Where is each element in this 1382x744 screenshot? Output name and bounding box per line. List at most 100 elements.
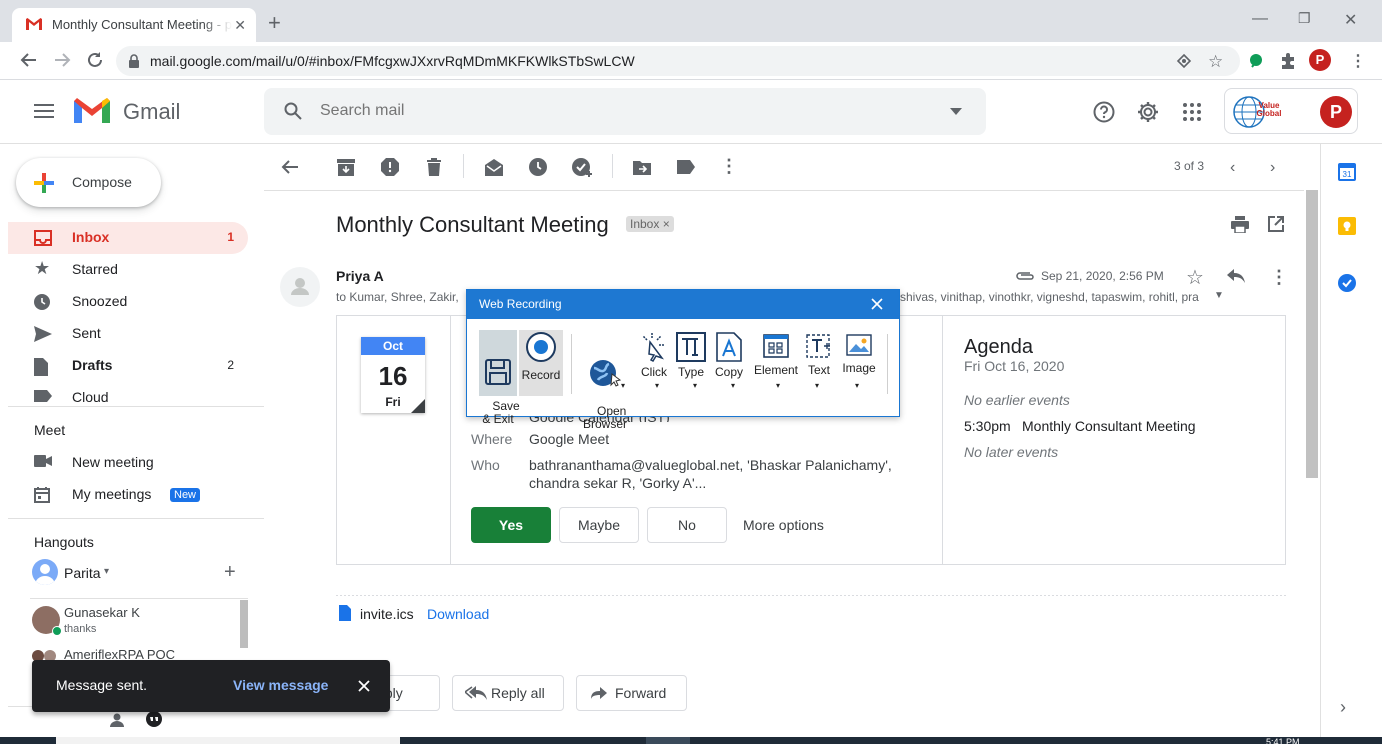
hangouts-contact[interactable]: Gunasekar K thanks (30, 602, 235, 638)
sidebar-item-inbox[interactable]: Inbox 1 (8, 222, 248, 254)
snooze-clock-icon[interactable] (529, 158, 547, 176)
hangouts-chat-icon[interactable] (145, 711, 163, 729)
older-chevron-icon[interactable]: › (1270, 159, 1275, 177)
main-menu-icon[interactable] (34, 103, 54, 119)
my-meetings-item[interactable]: My meetings New (8, 479, 248, 511)
element-label: Element (753, 363, 799, 377)
close-dialog-icon[interactable] (871, 298, 883, 310)
hangouts-user[interactable]: Parita ▾ + (32, 559, 262, 587)
google-calendar-icon[interactable]: 31 (1338, 163, 1356, 181)
text-button[interactable]: Text ▾ (803, 330, 835, 390)
profile-avatar[interactable]: P (1309, 49, 1331, 71)
print-icon[interactable] (1231, 216, 1249, 233)
image-button[interactable]: Image ▾ (839, 330, 879, 390)
label-tag-icon[interactable] (677, 160, 695, 174)
close-tab-icon[interactable]: ✕ (234, 17, 246, 34)
sidebar-item-snoozed[interactable]: Snoozed (8, 286, 248, 318)
meet-section-title: Meet (34, 422, 66, 438)
hangouts-scrollbar[interactable] (240, 600, 248, 648)
compose-button[interactable]: Compose (16, 158, 161, 207)
new-tab-button[interactable]: + (268, 12, 281, 34)
clock-icon (34, 294, 50, 310)
archive-icon[interactable] (337, 159, 355, 176)
more-options-link[interactable]: More options (743, 517, 824, 533)
help-icon[interactable] (1093, 101, 1115, 123)
restore-button[interactable]: ❐ (1298, 10, 1311, 27)
gmail-logo-icon[interactable] (74, 97, 110, 125)
extension-leaf-icon[interactable] (1248, 53, 1264, 69)
date-tile-fold-icon (411, 399, 425, 413)
open-browser-label: Open Browser (582, 404, 627, 431)
browser-tab[interactable]: Monthly Consultant Meeting - pa ✕ (12, 8, 256, 42)
google-tasks-icon[interactable] (1338, 274, 1356, 292)
attachment-name[interactable]: invite.ics (360, 606, 414, 622)
date-month: Oct (361, 337, 425, 355)
save-exit-button[interactable]: Save & Exit (479, 330, 520, 439)
search-bar[interactable] (264, 88, 986, 135)
reply-all-button[interactable]: Reply all (452, 675, 564, 711)
sidebar-item-sent[interactable]: Sent (8, 318, 248, 350)
google-keep-icon[interactable] (1338, 217, 1356, 235)
minimize-button[interactable]: — (1252, 10, 1268, 28)
report-spam-icon[interactable] (381, 158, 399, 176)
content-scrollbar[interactable] (1306, 190, 1318, 478)
taskbar-app[interactable] (646, 737, 690, 744)
star-message-icon[interactable]: ☆ (1186, 265, 1204, 290)
download-link[interactable]: Download (427, 606, 489, 622)
more-options-icon[interactable]: ⋮ (720, 156, 738, 177)
sidebar-item-starred[interactable]: ★ Starred (8, 254, 248, 286)
forward-arrow-icon[interactable] (53, 51, 71, 69)
rsvp-no-button[interactable]: No (647, 507, 727, 543)
view-message-link[interactable]: View message (233, 677, 328, 693)
delete-trash-icon[interactable] (427, 158, 441, 176)
open-new-window-icon[interactable] (1268, 216, 1284, 232)
copy-button[interactable]: Copy ▾ (711, 330, 747, 390)
open-browser-button[interactable]: Open Browser ▾ (577, 330, 633, 457)
account-switcher[interactable]: Value Global P (1224, 88, 1358, 134)
newer-chevron-icon[interactable]: ‹ (1230, 159, 1235, 177)
omnibox[interactable]: mail.google.com/mail/u/0/#inbox/FMfcgxwJ… (116, 46, 1240, 76)
sender-name[interactable]: Priya A (336, 268, 384, 284)
reload-icon[interactable] (86, 51, 104, 69)
dismiss-toast-icon[interactable] (358, 680, 370, 692)
forward-button[interactable]: Forward (576, 675, 687, 711)
status-dropdown-icon[interactable]: ▾ (104, 566, 109, 577)
click-button[interactable]: Click ▾ (635, 330, 673, 390)
add-chat-plus-icon[interactable]: + (224, 561, 236, 584)
move-to-icon[interactable] (633, 159, 651, 175)
browser-menu-icon[interactable]: ⋮ (1350, 51, 1366, 71)
record-button[interactable]: Record (519, 330, 563, 382)
inbox-label-chip[interactable]: Inbox × (626, 216, 674, 232)
add-to-tasks-icon[interactable] (572, 158, 592, 178)
new-meeting-item[interactable]: New meeting (8, 447, 248, 479)
tracking-eye-icon[interactable] (1176, 53, 1192, 69)
search-options-icon[interactable] (950, 108, 962, 115)
back-to-inbox-icon[interactable] (281, 159, 299, 175)
recipients-dropdown-icon[interactable]: ▼ (1214, 290, 1224, 301)
search-input[interactable] (320, 102, 920, 120)
reply-arrow-icon[interactable] (1227, 269, 1245, 283)
taskbar-search-box[interactable] (56, 737, 400, 744)
contacts-person-icon[interactable] (110, 713, 124, 727)
rsvp-yes-button[interactable]: Yes (471, 507, 551, 543)
rsvp-maybe-button[interactable]: Maybe (559, 507, 639, 543)
back-arrow-icon[interactable] (20, 51, 38, 69)
type-button[interactable]: Type ▾ (673, 330, 709, 390)
mark-unread-icon[interactable] (485, 158, 503, 176)
close-window-button[interactable]: ✕ (1344, 10, 1357, 30)
extensions-puzzle-icon[interactable] (1279, 52, 1297, 70)
element-button[interactable]: Element ▾ (751, 330, 801, 390)
who-value: bathrananthama@valueglobal.net, 'Bhaskar… (529, 457, 892, 473)
settings-gear-icon[interactable] (1137, 101, 1159, 123)
sidebar-item-drafts[interactable]: Drafts 2 (8, 350, 248, 382)
bookmark-star-icon[interactable]: ☆ (1208, 52, 1223, 72)
remove-label-icon[interactable]: × (663, 217, 670, 231)
apps-grid-icon[interactable] (1183, 103, 1201, 121)
expand-side-panel-icon[interactable]: › (1340, 697, 1346, 718)
message-more-icon[interactable]: ⋮ (1270, 267, 1288, 288)
account-avatar[interactable]: P (1320, 96, 1352, 128)
search-icon[interactable] (284, 102, 302, 120)
dialog-titlebar[interactable]: Web Recording (467, 290, 899, 319)
event-title[interactable]: Monthly Consultant Meeting (1022, 418, 1196, 434)
sidebar-item-cloud[interactable]: Cloud (8, 382, 248, 406)
